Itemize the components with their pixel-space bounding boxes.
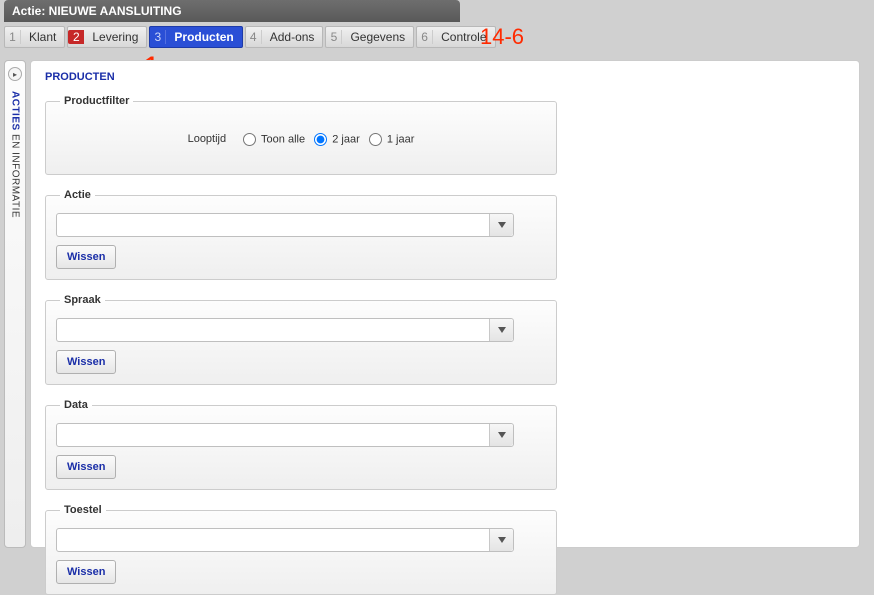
radio-2jaar[interactable] — [314, 133, 327, 146]
actie-input[interactable] — [57, 214, 489, 236]
actie-clear-button[interactable]: Wissen — [56, 245, 116, 269]
header-bar: Actie: NIEUWE AANSLUITING — [4, 0, 460, 22]
step-num: 3 — [150, 30, 166, 44]
step-num: 1 — [5, 30, 21, 44]
data-dropdown-button[interactable] — [489, 424, 513, 446]
header-title: Actie: NIEUWE AANSLUITING — [12, 4, 182, 18]
spraak-combo[interactable] — [56, 318, 514, 342]
productfilter-group: Productfilter Looptijd Toon alle 2 jaar … — [45, 95, 557, 175]
actie-legend: Actie — [60, 189, 95, 201]
toestel-input[interactable] — [57, 529, 489, 551]
spraak-input[interactable] — [57, 319, 489, 341]
step-klant[interactable]: 1 Klant — [4, 26, 65, 48]
productfilter-legend: Productfilter — [60, 95, 133, 107]
data-group: Data Wissen — [45, 399, 557, 490]
step-producten[interactable]: 3 Producten — [149, 26, 242, 48]
chevron-down-icon — [498, 327, 506, 333]
chevron-right-icon: ▸ — [13, 70, 17, 79]
step-gegevens[interactable]: 5 Gegevens — [325, 26, 414, 48]
filter-row: Looptijd Toon alle 2 jaar 1 jaar — [56, 119, 546, 152]
actie-combo[interactable] — [56, 213, 514, 237]
data-input[interactable] — [57, 424, 489, 446]
step-controle[interactable]: 6 Controle — [416, 26, 495, 48]
spraak-legend: Spraak — [60, 294, 105, 306]
toestel-combo[interactable] — [56, 528, 514, 552]
sidebar-label-bold: ACTIES — [10, 91, 21, 131]
chevron-down-icon — [498, 432, 506, 438]
step-label: Levering — [84, 30, 146, 44]
step-levering[interactable]: 2 Levering — [67, 26, 147, 48]
data-combo[interactable] — [56, 423, 514, 447]
data-legend: Data — [60, 399, 92, 411]
step-num: 6 — [417, 30, 433, 44]
step-num: 2 — [68, 30, 84, 44]
chevron-down-icon — [498, 222, 506, 228]
content-panel: PRODUCTEN Productfilter Looptijd Toon al… — [30, 60, 860, 548]
sidebar-toggle[interactable]: ▸ — [8, 67, 22, 81]
toestel-clear-button[interactable]: Wissen — [56, 560, 116, 584]
section-title: PRODUCTEN — [45, 71, 845, 83]
chevron-down-icon — [498, 537, 506, 543]
sidebar-label: ACTIES EN INFORMATIE — [10, 91, 21, 218]
radio-label: 2 jaar — [332, 133, 360, 145]
filter-label: Looptijd — [188, 133, 227, 145]
step-label: Add-ons — [262, 30, 323, 44]
wizard-steps: 1 Klant 2 Levering 3 Producten 4 Add-ons… — [4, 22, 498, 52]
step-label: Producten — [166, 30, 241, 44]
step-label: Gegevens — [342, 30, 413, 44]
sidebar-label-rest: EN INFORMATIE — [10, 131, 21, 218]
toestel-group: Toestel Wissen — [45, 504, 557, 595]
radio-label: 1 jaar — [387, 133, 415, 145]
toestel-legend: Toestel — [60, 504, 106, 516]
actie-group: Actie Wissen — [45, 189, 557, 280]
spraak-group: Spraak Wissen — [45, 294, 557, 385]
step-addons[interactable]: 4 Add-ons — [245, 26, 324, 48]
spraak-clear-button[interactable]: Wissen — [56, 350, 116, 374]
step-num: 5 — [326, 30, 342, 44]
actie-dropdown-button[interactable] — [489, 214, 513, 236]
radio-label: Toon alle — [261, 133, 305, 145]
sidebar: ▸ ACTIES EN INFORMATIE — [4, 60, 26, 548]
step-label: Klant — [21, 30, 64, 44]
step-label: Controle — [433, 30, 494, 44]
data-clear-button[interactable]: Wissen — [56, 455, 116, 479]
step-num: 4 — [246, 30, 262, 44]
radio-1jaar[interactable] — [369, 133, 382, 146]
spraak-dropdown-button[interactable] — [489, 319, 513, 341]
radio-toon-alle[interactable] — [243, 133, 256, 146]
toestel-dropdown-button[interactable] — [489, 529, 513, 551]
